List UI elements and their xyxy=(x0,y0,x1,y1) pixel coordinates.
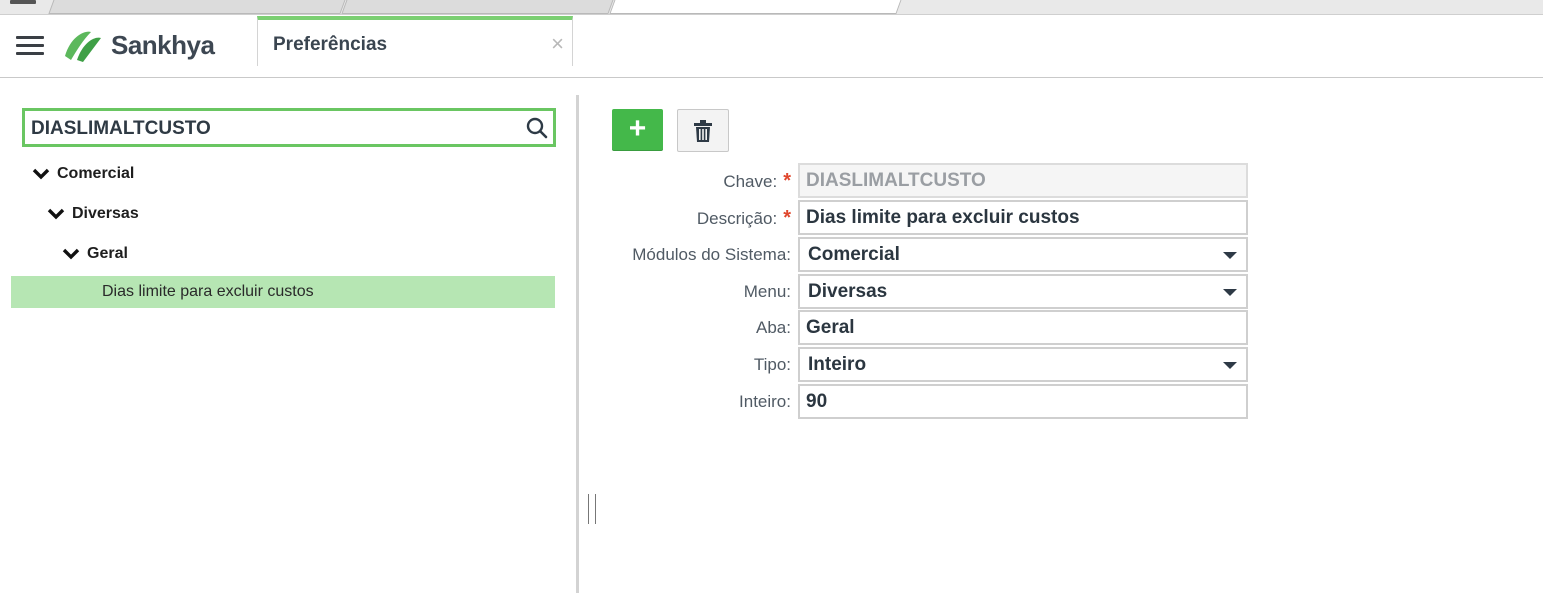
label-chave: Chave: * xyxy=(723,170,791,192)
descricao-field[interactable]: Dias limite para excluir custos xyxy=(798,200,1248,235)
inteiro-field[interactable]: 90 xyxy=(798,384,1248,419)
chave-field[interactable]: DIASLIMALTCUSTO xyxy=(798,163,1248,198)
aba-field[interactable]: Geral xyxy=(798,310,1248,345)
label-inteiro: Inteiro: xyxy=(739,392,791,411)
label-descricao: Descrição: * xyxy=(696,207,791,229)
browser-tab-strip xyxy=(0,0,1543,15)
brand-name: Sankhya xyxy=(111,29,215,60)
tab-label: Preferências xyxy=(273,34,388,55)
tab-preferencias[interactable]: Preferências × xyxy=(257,16,573,66)
trash-icon xyxy=(694,119,712,142)
tree-node-label: Geral xyxy=(87,245,128,262)
chevron-down-icon[interactable] xyxy=(32,167,50,181)
label-aba: Aba: xyxy=(756,318,791,337)
panel-splitter[interactable] xyxy=(576,95,579,593)
field-value: Diversas xyxy=(808,280,888,302)
delete-button[interactable] xyxy=(677,109,729,152)
field-value: Inteiro xyxy=(808,353,867,375)
tree-node-geral[interactable]: Geral xyxy=(62,245,128,263)
top-menu-stub xyxy=(10,0,36,4)
modulos-select[interactable]: Comercial xyxy=(798,237,1248,272)
app-header: Sankhya Preferências × xyxy=(0,15,1543,78)
search-input[interactable] xyxy=(29,111,523,146)
chevron-down-icon[interactable] xyxy=(47,207,65,221)
chevron-down-icon[interactable] xyxy=(62,247,80,261)
label-tipo: Tipo: xyxy=(753,355,791,374)
tipo-select[interactable]: Inteiro xyxy=(798,347,1248,382)
plus-icon: + xyxy=(628,112,647,145)
label-menu: Menu: xyxy=(743,282,791,301)
search-box xyxy=(22,108,556,147)
browser-tab-1[interactable] xyxy=(48,0,348,14)
tree-node-comercial[interactable]: Comercial xyxy=(32,165,134,183)
brand-logo: Sankhya xyxy=(61,25,215,65)
field-value: Geral xyxy=(806,316,855,338)
caret-down-icon[interactable] xyxy=(1223,289,1237,296)
caret-down-icon[interactable] xyxy=(1223,252,1237,259)
search-icon[interactable] xyxy=(526,117,548,139)
caret-down-icon[interactable] xyxy=(1223,362,1237,369)
splitter-handle[interactable] xyxy=(588,494,596,524)
close-tab-icon[interactable]: × xyxy=(551,33,564,55)
browser-tab-3-active[interactable] xyxy=(609,0,904,14)
tree-node-label: Comercial xyxy=(57,165,135,182)
field-value: 90 xyxy=(806,390,828,412)
required-marker: * xyxy=(783,207,791,229)
browser-tab-2[interactable] xyxy=(341,0,616,14)
label-modulos: Módulos do Sistema: xyxy=(632,245,791,264)
tree-leaf-selected[interactable]: Dias limite para excluir custos xyxy=(11,276,555,308)
tree-node-label: Diversas xyxy=(72,205,139,222)
field-value: Dias limite para excluir custos xyxy=(806,206,1080,228)
menu-select[interactable]: Diversas xyxy=(798,274,1248,309)
required-marker: * xyxy=(783,170,791,192)
sankhya-leaf-icon xyxy=(65,31,101,62)
hamburger-menu-icon[interactable] xyxy=(16,36,44,58)
tree-leaf-label: Dias limite para excluir custos xyxy=(102,283,314,300)
field-value: Comercial xyxy=(808,243,900,265)
add-button[interactable]: + xyxy=(612,109,663,151)
tree-node-diversas[interactable]: Diversas xyxy=(47,205,139,223)
field-value: DIASLIMALTCUSTO xyxy=(806,169,986,191)
